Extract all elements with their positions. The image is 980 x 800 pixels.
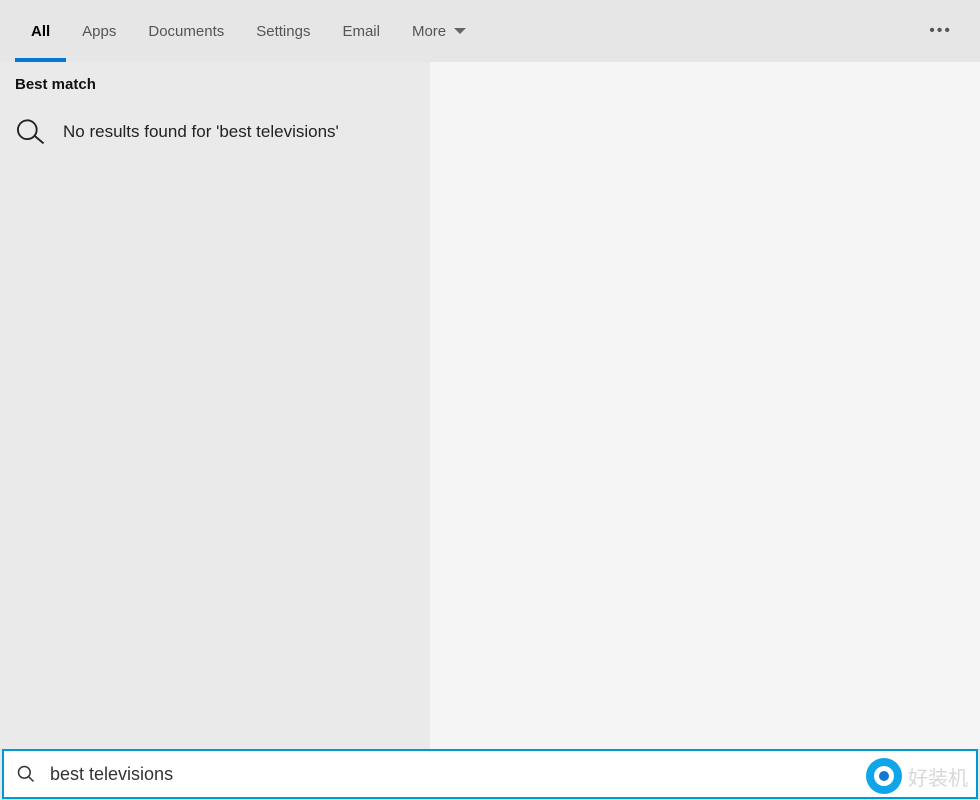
tab-more[interactable]: More	[396, 0, 482, 62]
more-options-button[interactable]: •••	[929, 22, 952, 40]
tab-all-label: All	[31, 23, 50, 40]
preview-panel	[430, 62, 980, 749]
tab-all[interactable]: All	[15, 0, 66, 62]
tab-apps[interactable]: Apps	[66, 0, 132, 62]
no-results-row: No results found for 'best televisions'	[0, 111, 430, 153]
search-bar	[2, 749, 978, 799]
tab-documents[interactable]: Documents	[132, 0, 240, 62]
chevron-down-icon	[454, 28, 466, 34]
tab-more-label: More	[412, 23, 446, 40]
content-area: Best match No results found for 'best te…	[0, 62, 980, 749]
tab-documents-label: Documents	[148, 23, 224, 40]
search-icon	[16, 764, 36, 784]
tab-email[interactable]: Email	[326, 0, 396, 62]
results-section-header: Best match	[0, 76, 430, 111]
tab-email-label: Email	[342, 23, 380, 40]
tab-settings[interactable]: Settings	[240, 0, 326, 62]
tabs-bar: All Apps Documents Settings Email More •…	[0, 0, 980, 62]
results-panel: Best match No results found for 'best te…	[0, 62, 430, 749]
search-icon	[14, 116, 47, 149]
tab-settings-label: Settings	[256, 23, 310, 40]
tab-apps-label: Apps	[82, 23, 116, 40]
search-input[interactable]	[50, 764, 964, 785]
no-results-text: No results found for 'best televisions'	[63, 122, 339, 142]
